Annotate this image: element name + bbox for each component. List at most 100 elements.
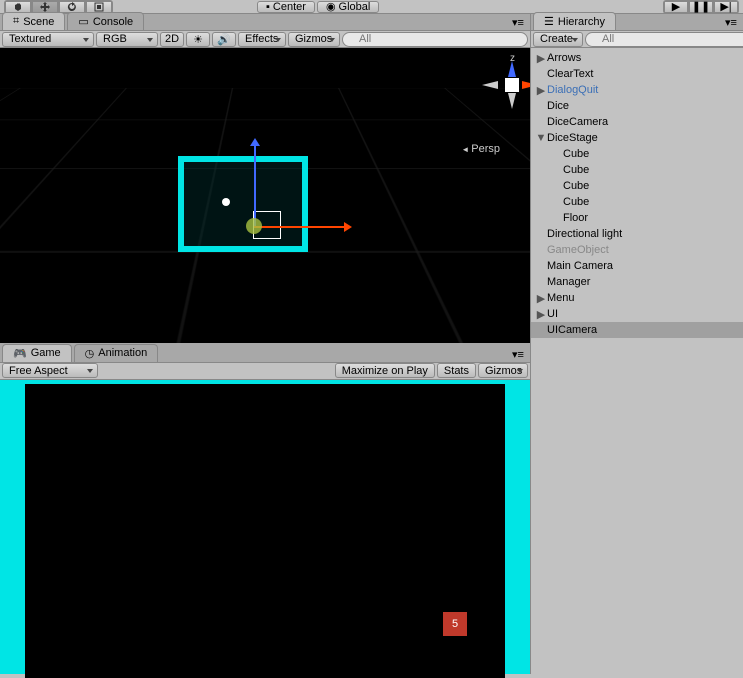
hierarchy-tab-strip: ☰Hierarchy ▾≡ bbox=[531, 14, 743, 31]
step-icon: ▶| bbox=[720, 0, 731, 13]
game-tab-strip: 🎮Game ◷Animation ▾≡ bbox=[0, 346, 530, 363]
tree-item[interactable]: ClearText bbox=[531, 66, 743, 82]
dice-face: 5 bbox=[443, 612, 467, 636]
tree-item[interactable]: Cube bbox=[531, 146, 743, 162]
gizmos-dropdown[interactable]: Gizmos bbox=[288, 32, 340, 47]
play-controls: ▶ ❚❚ ▶| bbox=[663, 0, 739, 14]
tree-item[interactable]: Main Camera bbox=[531, 258, 743, 274]
tree-item[interactable]: DiceCamera bbox=[531, 114, 743, 130]
aspect-dropdown[interactable]: Free Aspect bbox=[2, 363, 98, 378]
expand-arrow-icon[interactable]: ▶ bbox=[535, 84, 547, 97]
tree-item-label: GameObject bbox=[547, 244, 609, 256]
lighting-button[interactable]: ☀ bbox=[186, 32, 210, 47]
tree-item[interactable]: UICamera bbox=[531, 322, 743, 338]
move-icon bbox=[40, 2, 50, 12]
center-icon: ▪ bbox=[266, 1, 270, 13]
audio-icon: 🔊 bbox=[217, 33, 231, 46]
tree-item-label: UICamera bbox=[547, 324, 597, 336]
tree-item[interactable]: Cube bbox=[531, 162, 743, 178]
pivot-space-group: ▪Center ◉Global bbox=[257, 1, 379, 13]
pause-icon: ❚❚ bbox=[692, 0, 710, 13]
expand-arrow-icon[interactable]: ▶ bbox=[535, 292, 547, 305]
tree-item-label: UI bbox=[547, 308, 558, 320]
scene-object-stage[interactable] bbox=[178, 156, 308, 252]
hierarchy-tab-menu-button[interactable]: ▾≡ bbox=[725, 16, 739, 26]
hierarchy-icon: ☰ bbox=[544, 15, 554, 28]
maximize-toggle[interactable]: Maximize on Play bbox=[335, 363, 435, 378]
play-button[interactable]: ▶ bbox=[664, 1, 688, 13]
gizmo-center[interactable] bbox=[246, 218, 262, 234]
tree-item-label: Cube bbox=[563, 148, 589, 160]
right-column: ☰Hierarchy ▾≡ Create ▶ArrowsClearText▶Di… bbox=[530, 14, 743, 674]
tab-scene[interactable]: ⌗Scene bbox=[2, 12, 65, 30]
tree-item-label: Cube bbox=[563, 196, 589, 208]
tree-item-label: ClearText bbox=[547, 68, 593, 80]
rgb-dropdown[interactable]: RGB bbox=[96, 32, 158, 47]
play-icon: ▶ bbox=[672, 0, 680, 13]
tree-item[interactable]: Cube bbox=[531, 178, 743, 194]
tree-item[interactable]: ▶UI bbox=[531, 306, 743, 322]
audio-button[interactable]: 🔊 bbox=[212, 32, 236, 47]
gizmo-x-axis[interactable] bbox=[254, 226, 344, 228]
rotate-tool-button[interactable] bbox=[59, 1, 85, 13]
tree-item-label: Menu bbox=[547, 292, 575, 304]
tab-animation[interactable]: ◷Animation bbox=[74, 344, 159, 362]
space-button[interactable]: ◉Global bbox=[317, 1, 379, 13]
tree-item[interactable]: ▶DialogQuit bbox=[531, 82, 743, 98]
tab-menu-button[interactable]: ▾≡ bbox=[512, 16, 526, 26]
tree-item[interactable]: Cube bbox=[531, 194, 743, 210]
effects-dropdown[interactable]: Effects bbox=[238, 32, 286, 47]
tree-item-label: Dice bbox=[547, 100, 569, 112]
scene-icon: ⌗ bbox=[13, 15, 19, 28]
tree-item-label: Main Camera bbox=[547, 260, 613, 272]
game-gizmos-dropdown[interactable]: Gizmos bbox=[478, 363, 528, 378]
stats-toggle[interactable]: Stats bbox=[437, 363, 476, 378]
tab-hierarchy[interactable]: ☰Hierarchy bbox=[533, 12, 616, 30]
expand-arrow-icon[interactable]: ▶ bbox=[535, 308, 547, 321]
hand-icon bbox=[13, 2, 23, 12]
tree-item-label: Cube bbox=[563, 180, 589, 192]
gizmo-y-axis[interactable] bbox=[254, 146, 256, 226]
globe-icon: ◉ bbox=[326, 0, 336, 13]
scene-search-input[interactable] bbox=[342, 32, 528, 47]
shading-dropdown[interactable]: Textured bbox=[2, 32, 94, 47]
tree-item-label: Directional light bbox=[547, 228, 622, 240]
game-tab-menu-button[interactable]: ▾≡ bbox=[512, 348, 526, 358]
sun-icon: ☀ bbox=[193, 33, 203, 46]
tree-item[interactable]: Directional light bbox=[531, 226, 743, 242]
tree-item[interactable]: Manager bbox=[531, 274, 743, 290]
hierarchy-toolbar: Create bbox=[531, 31, 743, 48]
pause-button[interactable]: ❚❚ bbox=[689, 1, 713, 13]
tree-item[interactable]: ▼DiceStage bbox=[531, 130, 743, 146]
tab-console[interactable]: ▭Console bbox=[67, 12, 144, 30]
tree-item-label: Cube bbox=[563, 164, 589, 176]
orient-cube[interactable] bbox=[505, 78, 519, 92]
tree-item[interactable]: ▶Menu bbox=[531, 290, 743, 306]
hand-tool-button[interactable] bbox=[5, 1, 31, 13]
step-button[interactable]: ▶| bbox=[714, 1, 738, 13]
scene-tab-strip: ⌗Scene ▭Console ▾≡ bbox=[0, 14, 530, 31]
hierarchy-tree[interactable]: ▶ArrowsClearText▶DialogQuitDiceDiceCamer… bbox=[531, 48, 743, 674]
tree-item[interactable]: ▶Arrows bbox=[531, 50, 743, 66]
scene-view[interactable]: z x Persp bbox=[0, 48, 530, 343]
tree-item[interactable]: Floor bbox=[531, 210, 743, 226]
expand-arrow-icon[interactable]: ▶ bbox=[535, 52, 547, 65]
scene-object-dot bbox=[222, 198, 230, 206]
tree-item-label: DiceCamera bbox=[547, 116, 608, 128]
move-tool-button[interactable] bbox=[32, 1, 58, 13]
game-view: 5 bbox=[0, 380, 530, 675]
projection-label[interactable]: Persp bbox=[461, 143, 500, 155]
tree-item[interactable]: GameObject bbox=[531, 242, 743, 258]
create-dropdown[interactable]: Create bbox=[533, 32, 583, 47]
pivot-button[interactable]: ▪Center bbox=[257, 1, 315, 13]
expand-arrow-icon[interactable]: ▼ bbox=[535, 132, 547, 144]
hierarchy-search-input[interactable] bbox=[585, 32, 743, 47]
tree-item[interactable]: Dice bbox=[531, 98, 743, 114]
tree-item-label: Arrows bbox=[547, 52, 581, 64]
scene-toolbar: Textured RGB 2D ☀ 🔊 Effects Gizmos bbox=[0, 31, 530, 48]
scale-tool-button[interactable] bbox=[86, 1, 112, 13]
mode-2d-button[interactable]: 2D bbox=[160, 32, 184, 47]
game-toolbar: Free Aspect Maximize on Play Stats Gizmo… bbox=[0, 363, 530, 380]
tab-game[interactable]: 🎮Game bbox=[2, 344, 72, 362]
left-column: ⌗Scene ▭Console ▾≡ Textured RGB 2D ☀ 🔊 E… bbox=[0, 14, 530, 674]
